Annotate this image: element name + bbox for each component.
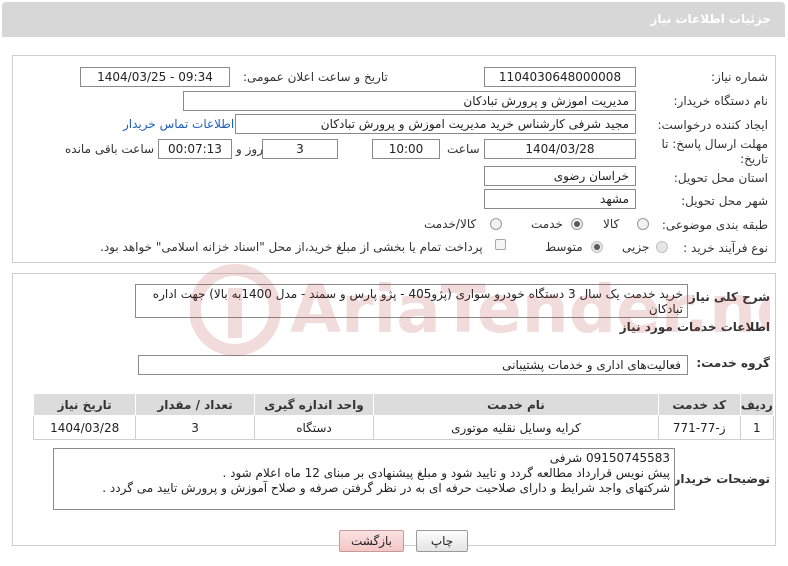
service-group-label: گروه خدمت: (696, 356, 770, 370)
deadline-time-label: ساعت (447, 142, 480, 156)
buyer-notes-textarea[interactable]: 09150745583 شرفی پیش نویس قرارداد مطالعه… (53, 448, 675, 510)
requester-field[interactable]: مجید شرفی کارشناس خرید مدیریت اموزش و پر… (235, 114, 636, 134)
buyer-notes-line: 09150745583 شرفی (549, 451, 670, 465)
deadline-time-field[interactable]: 10:00 (372, 139, 440, 159)
col-row-no: ردیف (739, 393, 775, 416)
need-number-label: شماره نیاز: (711, 70, 768, 84)
buyer-notes-label: توضیحات خریدار: (668, 472, 770, 486)
requester-label: ایجاد کننده درخواست: (657, 118, 768, 132)
table-header-row: ردیف کد خدمت نام خدمت واحد اندازه گیری ت… (32, 393, 775, 416)
description-label: شرح کلی نیاز: (684, 290, 770, 304)
process-medium-label: متوسط (545, 240, 583, 254)
services-section-title: اطلاعات خدمات مورد نیاز (619, 320, 770, 334)
page-title: جزئیات اطلاعات نیاز (650, 12, 771, 26)
province-label: استان محل تحویل: (673, 171, 768, 185)
treasury-payment-checkbox[interactable] (495, 239, 506, 250)
remaining-time-field[interactable]: 00:07:13 (158, 139, 232, 159)
col-service-code: کد خدمت (657, 393, 741, 416)
col-unit: واحد اندازه گیری (253, 393, 375, 416)
days-label: روز و (236, 142, 263, 156)
process-type-label: نوع فرآیند خرید : (683, 241, 768, 255)
deadline-date-field[interactable]: 1404/03/28 (484, 139, 636, 159)
category-label: طبقه بندی موضوعی: (661, 218, 768, 232)
cell-need-date: 1404/03/28 (32, 415, 137, 440)
service-group-field[interactable]: فعالیت‌های اداری و خدمات پشتیبانی (138, 355, 688, 375)
services-table: ردیف کد خدمت نام خدمت واحد اندازه گیری ت… (32, 393, 775, 440)
cell-row-no: 1 (739, 415, 775, 440)
category-service-label: خدمت (531, 217, 563, 231)
category-goods-service-radio[interactable] (490, 218, 502, 230)
col-quantity: تعداد / مقدار (135, 393, 255, 416)
page-header: جزئیات اطلاعات نیاز (2, 2, 785, 37)
city-field[interactable]: مشهد (484, 189, 636, 209)
buyer-contact-link[interactable]: اطلاعات تماس خریدار (123, 117, 234, 131)
buyer-org-field[interactable]: مدیریت اموزش و پرورش تبادکان (183, 91, 636, 111)
col-service-name: نام خدمت (373, 393, 659, 416)
buyer-org-label: نام دستگاه خریدار: (673, 94, 769, 108)
announce-field[interactable]: 1404/03/25 - 09:34 (80, 67, 230, 87)
cell-service-code: ز-77-771 (657, 415, 741, 440)
print-button[interactable]: چاپ (416, 530, 468, 552)
cell-quantity: 3 (135, 415, 255, 440)
category-goods-radio[interactable] (637, 218, 649, 230)
category-service-radio[interactable] (571, 218, 583, 230)
back-button[interactable]: بازگشت (339, 530, 404, 552)
need-number-field[interactable]: 1104030648000008 (484, 67, 636, 87)
category-goods-service-label: کالا/خدمت (424, 217, 477, 231)
process-minor-radio[interactable] (656, 241, 668, 253)
cell-unit: دستگاه (253, 415, 375, 440)
buyer-notes-line: پیش نویس قرارداد مطالعه گردد و تایید شود… (222, 466, 670, 480)
col-need-date: تاریخ نیاز (32, 393, 137, 416)
days-field[interactable]: 3 (262, 139, 338, 159)
treasury-payment-note: پرداخت تمام یا بخشی از مبلغ خرید،از محل … (100, 240, 483, 254)
remaining-time-label: ساعت باقی مانده (65, 142, 155, 156)
cell-service-name: کرایه وسایل نقلیه موتوری (373, 415, 659, 440)
deadline-label: مهلت ارسال پاسخ: تا تاریخ: (661, 137, 768, 166)
process-medium-radio[interactable] (591, 241, 603, 253)
province-field[interactable]: خراسان رضوی (484, 166, 636, 186)
category-goods-label: کالا (603, 217, 620, 231)
table-row[interactable]: 1 ز-77-771 کرایه وسایل نقلیه موتوری دستگ… (32, 415, 775, 440)
announce-label: تاریخ و ساعت اعلان عمومی: (243, 70, 388, 84)
buyer-notes-line: شرکتهای واجد شرایط و دارای صلاحیت حرفه ا… (102, 481, 670, 495)
city-label: شهر محل تحویل: (681, 194, 768, 208)
description-textarea[interactable]: خرید خدمت یک سال 3 دستگاه خودرو سواری (پ… (135, 284, 688, 318)
process-minor-label: جزیی (622, 240, 650, 254)
